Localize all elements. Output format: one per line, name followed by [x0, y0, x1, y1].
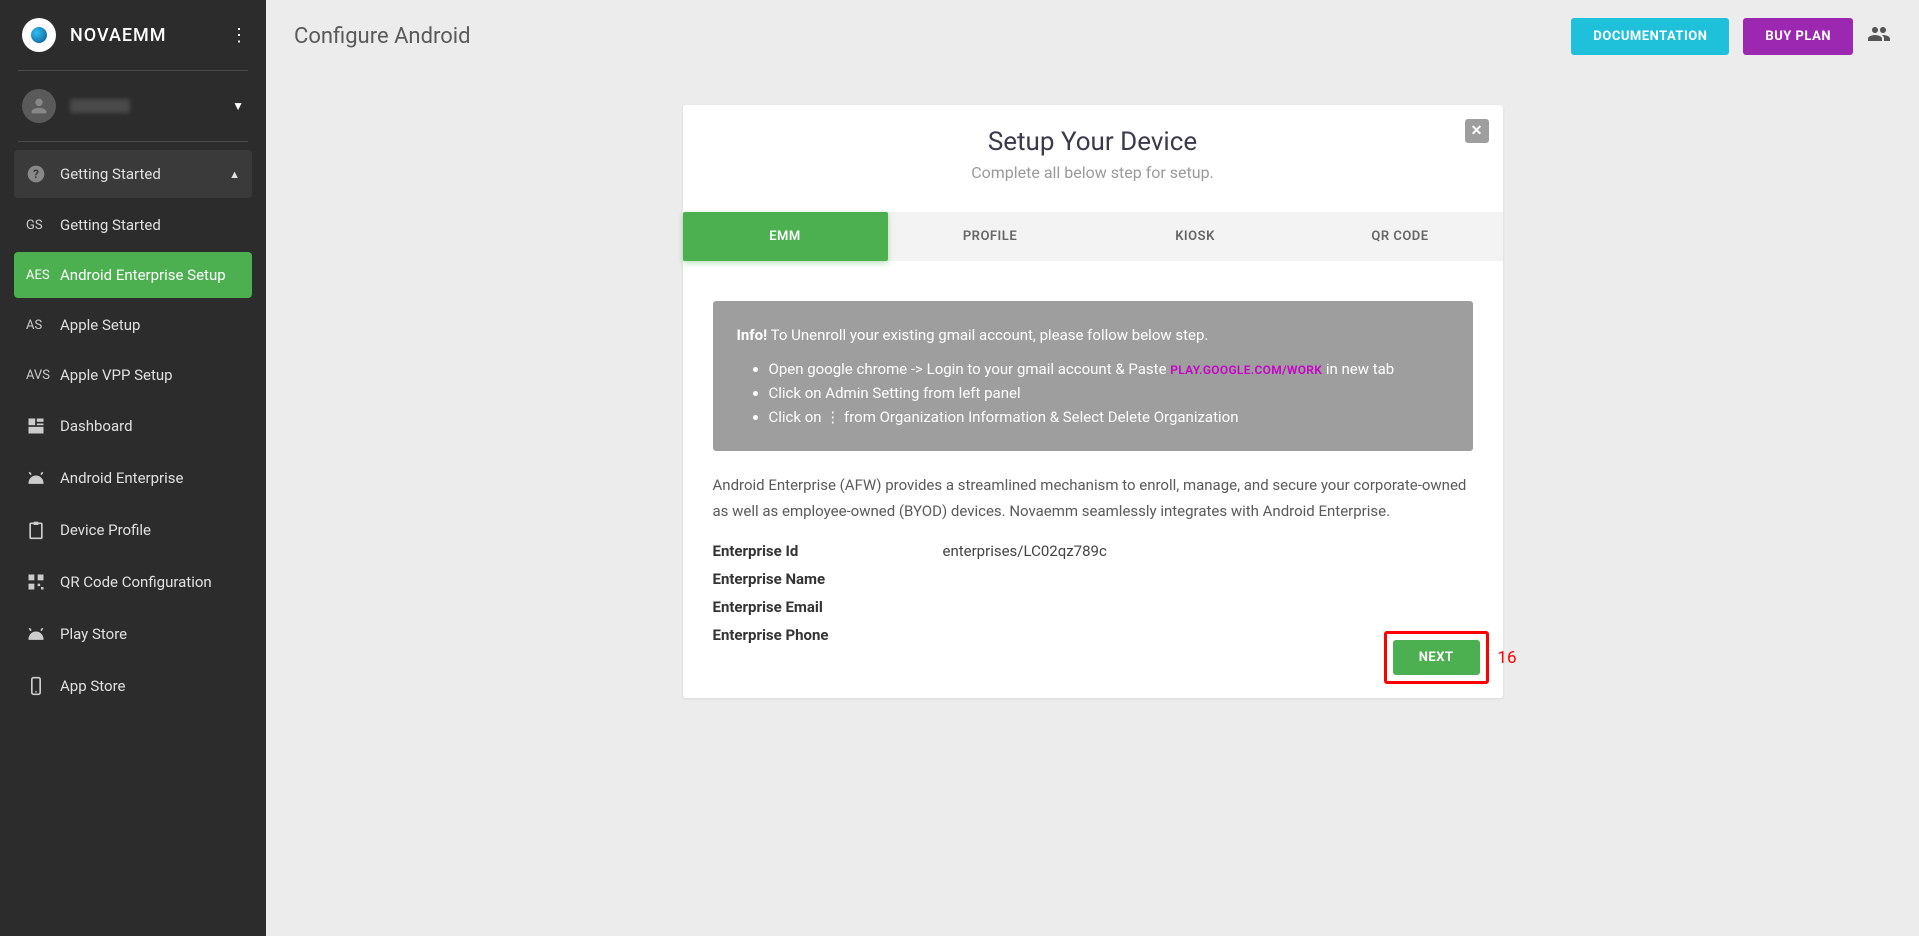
callout-number: 16	[1497, 648, 1516, 668]
sidebar-item-avs[interactable]: AVS Apple VPP Setup	[14, 352, 252, 398]
nav-label: Apple Setup	[60, 316, 140, 334]
svg-text:?: ?	[33, 167, 39, 181]
sidebar: NOVAEMM ⋮ ▼ ? Getting Started ▲ GS Getti…	[0, 0, 266, 936]
brand-logo	[22, 18, 56, 52]
tab-qr-code[interactable]: QR CODE	[1298, 212, 1503, 261]
qr-icon	[26, 572, 60, 592]
buy-plan-button[interactable]: BUY PLAN	[1743, 18, 1853, 55]
info-step-1b: in new tab	[1322, 360, 1394, 378]
nav-label: Android Enterprise	[60, 469, 183, 487]
field-value: enterprises/LC02qz789c	[943, 542, 1107, 560]
main: Configure Android DOCUMENTATION BUY PLAN…	[266, 0, 1919, 936]
nav-abbr: AVS	[26, 368, 60, 383]
sidebar-item-device-profile[interactable]: Device Profile	[14, 506, 252, 554]
chevron-up-icon: ▲	[229, 168, 240, 181]
tab-emm[interactable]: EMM	[683, 212, 888, 261]
next-wrap: NEXT 16	[1384, 631, 1489, 684]
nav-label: QR Code Configuration	[60, 573, 212, 591]
android-icon	[26, 624, 60, 644]
people-icon[interactable]	[1867, 22, 1891, 52]
info-prefix: Info!	[737, 326, 768, 344]
setup-tabs: EMM PROFILE KIOSK QR CODE	[683, 212, 1503, 261]
nav: ? Getting Started ▲ GS Getting Started A…	[0, 142, 266, 722]
sidebar-item-gs[interactable]: GS Getting Started	[14, 202, 252, 248]
card-header: Setup Your Device Complete all below ste…	[683, 105, 1503, 196]
info-step-3: Click on ⋮ from Organization Information…	[769, 405, 1449, 429]
clipboard-icon	[26, 520, 60, 540]
field-label: Enterprise Name	[713, 570, 943, 588]
nav-abbr: AS	[26, 318, 60, 333]
page-title: Configure Android	[294, 24, 471, 49]
sidebar-item-qr-config[interactable]: QR Code Configuration	[14, 558, 252, 606]
setup-card: ✕ Setup Your Device Complete all below s…	[683, 105, 1503, 698]
field-label: Enterprise Phone	[713, 626, 943, 644]
info-step-2: Click on Admin Setting from left panel	[769, 381, 1449, 405]
avatar	[22, 89, 56, 123]
field-label: Enterprise Email	[713, 598, 943, 616]
android-icon	[26, 468, 60, 488]
info-box: Info! To Unenroll your existing gmail ac…	[713, 301, 1473, 451]
nav-label: Android Enterprise Setup	[60, 266, 226, 284]
play-google-link[interactable]: PLAY.GOOGLE.COM/WORK	[1170, 363, 1322, 377]
sidebar-item-dashboard[interactable]: Dashboard	[14, 402, 252, 450]
brand-row: NOVAEMM ⋮	[0, 0, 266, 70]
nav-label: Dashboard	[60, 417, 133, 435]
sidebar-item-android-enterprise[interactable]: Android Enterprise	[14, 454, 252, 502]
close-icon[interactable]: ✕	[1465, 119, 1489, 143]
nav-abbr: AES	[26, 268, 60, 283]
nav-abbr: GS	[26, 218, 60, 233]
nav-label: Apple VPP Setup	[60, 366, 173, 384]
sidebar-item-as[interactable]: AS Apple Setup	[14, 302, 252, 348]
tab-kiosk[interactable]: KIOSK	[1093, 212, 1298, 261]
field-enterprise-id: Enterprise Id enterprises/LC02qz789c	[713, 542, 1473, 560]
tab-profile[interactable]: PROFILE	[888, 212, 1093, 261]
user-menu[interactable]: ▼	[0, 71, 266, 141]
documentation-button[interactable]: DOCUMENTATION	[1571, 18, 1729, 55]
help-icon: ?	[26, 164, 60, 184]
next-highlight: NEXT	[1384, 631, 1489, 684]
card-subtitle: Complete all below step for setup.	[703, 163, 1483, 182]
dashboard-icon	[26, 416, 60, 436]
brand-name: NOVAEMM	[70, 25, 167, 46]
info-lead: To Unenroll your existing gmail account,…	[771, 326, 1209, 344]
sidebar-item-play-store[interactable]: Play Store	[14, 610, 252, 658]
top-actions: DOCUMENTATION BUY PLAN	[1571, 18, 1891, 55]
field-label: Enterprise Id	[713, 542, 943, 560]
sidebar-item-app-store[interactable]: App Store	[14, 662, 252, 710]
brand-menu-icon[interactable]: ⋮	[230, 25, 248, 46]
nav-label: Play Store	[60, 625, 127, 643]
field-enterprise-name: Enterprise Name	[713, 570, 1473, 588]
chevron-down-icon: ▼	[232, 99, 244, 113]
nav-label: Getting Started	[60, 165, 161, 183]
nav-label: Getting Started	[60, 216, 161, 234]
info-step-1a: Open google chrome -> Login to your gmai…	[769, 360, 1171, 378]
enterprise-fields: Enterprise Id enterprises/LC02qz789c Ent…	[713, 542, 1473, 644]
field-enterprise-phone: Enterprise Phone	[713, 626, 1473, 644]
afw-description: Android Enterprise (AFW) provides a stre…	[713, 473, 1473, 524]
user-name	[70, 99, 130, 113]
sidebar-group-getting-started[interactable]: ? Getting Started ▲	[14, 150, 252, 198]
sidebar-item-aes[interactable]: AES Android Enterprise Setup	[14, 252, 252, 298]
nav-label: Device Profile	[60, 521, 151, 539]
nav-label: App Store	[60, 677, 125, 695]
field-enterprise-email: Enterprise Email	[713, 598, 1473, 616]
info-step-1: Open google chrome -> Login to your gmai…	[769, 357, 1449, 381]
phone-icon	[26, 676, 60, 696]
next-button[interactable]: NEXT	[1393, 640, 1480, 675]
topbar: Configure Android DOCUMENTATION BUY PLAN	[266, 0, 1919, 55]
card-title: Setup Your Device	[703, 127, 1483, 157]
